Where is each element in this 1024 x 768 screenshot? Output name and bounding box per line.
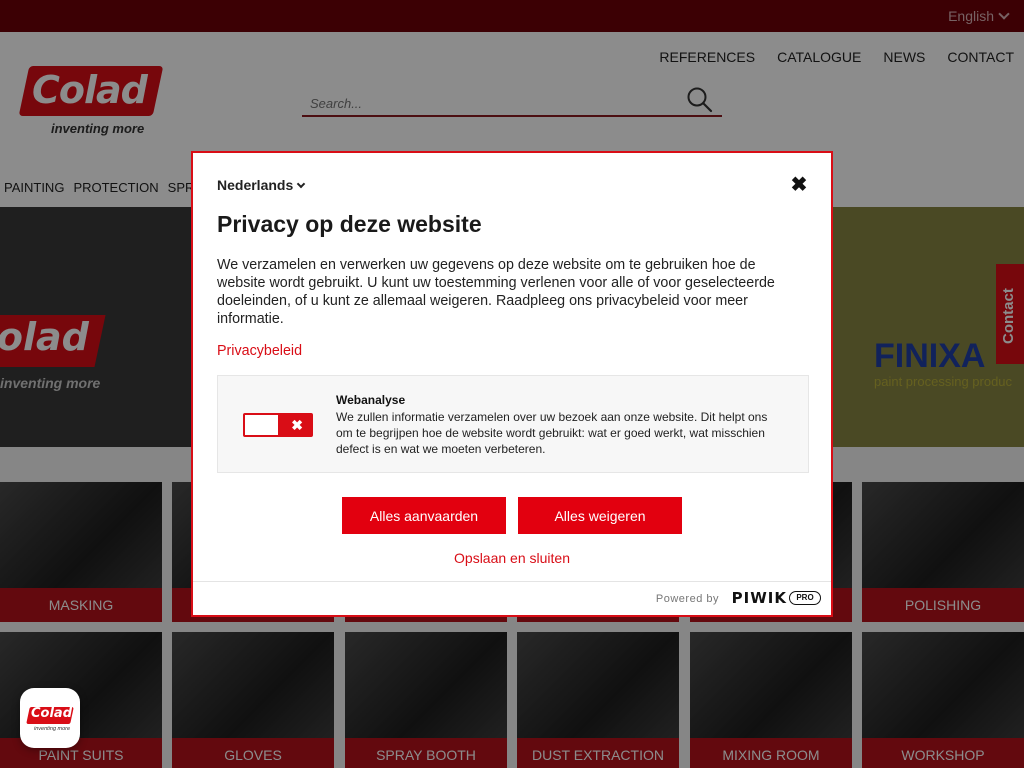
modal-description: We verzamelen en verwerken uw gegevens o… xyxy=(217,257,775,327)
privacy-modal: Nederlands ✖ Privacy op deze website We … xyxy=(191,151,833,617)
toggle-off-icon: ✖ xyxy=(291,417,303,433)
modal-title: Privacy op deze website xyxy=(217,211,482,237)
reject-all-button[interactable]: Alles weigeren xyxy=(518,497,682,534)
colad-badge[interactable]: Colad inventing more xyxy=(20,688,80,748)
modal-language-label: Nederlands xyxy=(217,177,294,193)
save-and-close-link[interactable]: Opslaan en sluiten xyxy=(193,550,831,566)
accept-all-button[interactable]: Alles aanvaarden xyxy=(342,497,506,534)
privacy-policy-link[interactable]: Privacybeleid xyxy=(217,343,302,359)
consent-description: We zullen informatie verzamelen over uw … xyxy=(336,410,768,456)
close-icon[interactable]: ✖ xyxy=(789,175,809,195)
badge-tagline: inventing more xyxy=(34,726,71,732)
badge-logo-word: Colad xyxy=(31,706,73,721)
piwik-pro-badge: PRO xyxy=(789,591,821,605)
powered-by-label: Powered by xyxy=(655,593,719,605)
web-analytics-toggle[interactable]: ✖ xyxy=(243,413,313,437)
modal-language-selector[interactable]: Nederlands xyxy=(217,177,306,193)
consent-title: Webanalyse xyxy=(336,393,406,407)
chevron-down-icon xyxy=(297,179,306,188)
piwik-logo: PIWIK xyxy=(731,589,787,607)
toggle-knob xyxy=(245,415,278,435)
consent-web-analytics: ✖ Webanalyse We zullen informatie verzam… xyxy=(217,375,809,473)
modal-footer: Powered by PIWIK PRO xyxy=(193,581,831,615)
